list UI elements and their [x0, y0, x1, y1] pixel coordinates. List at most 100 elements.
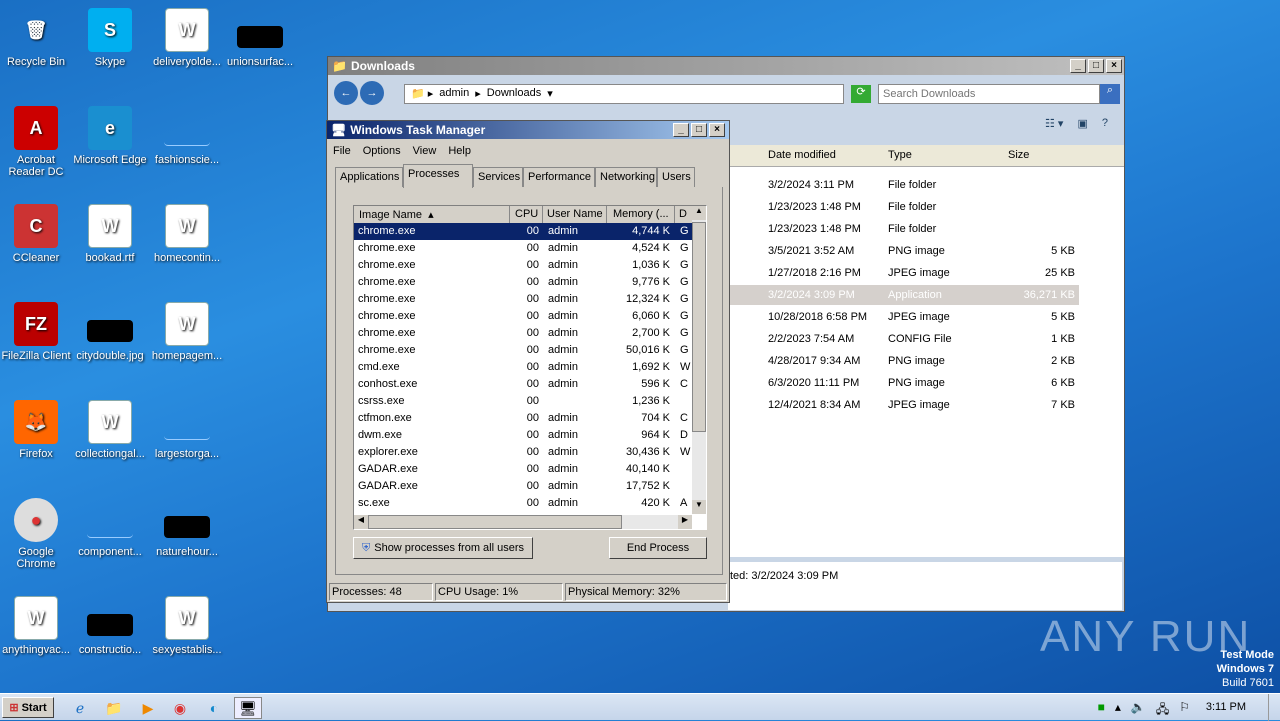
tab-networking[interactable]: Networking [595, 167, 657, 187]
clock[interactable]: 3:11 PM [1206, 701, 1246, 713]
address-bar[interactable]: 📁 ▸ admin ▸ Downloads ▾ [404, 84, 844, 104]
file-type: PNG image [888, 355, 945, 367]
desktop-icon[interactable]: largestorga... [150, 400, 224, 460]
explorer-titlebar[interactable]: 📁 Downloads [328, 57, 1124, 75]
maximize-button[interactable]: □ [1088, 59, 1104, 73]
tab-applications[interactable]: Applications [335, 167, 403, 187]
tab-users[interactable]: Users [657, 167, 695, 187]
desktop-icon[interactable]: citydouble.jpg [73, 302, 147, 362]
maximize-button[interactable]: □ [691, 123, 707, 137]
desktop-icon[interactable]: constructio... [73, 596, 147, 656]
taskbar-media-player-icon[interactable]: ▶ [134, 697, 162, 719]
preview-pane-icon[interactable]: ▣ [1077, 117, 1087, 130]
desktop-icon[interactable]: Whomecontin... [150, 204, 224, 264]
process-row[interactable]: dwm.exe 00 admin 964 K D [354, 427, 692, 444]
desktop-icon-label: Recycle Bin [6, 56, 66, 68]
process-user-name: admin [548, 480, 578, 492]
refresh-icon[interactable]: ⟳ [851, 85, 871, 103]
process-row[interactable]: ctfmon.exe 00 admin 704 K C [354, 410, 692, 427]
close-button[interactable]: × [1106, 59, 1122, 73]
process-row[interactable]: chrome.exe 00 admin 50,016 K G [354, 342, 692, 359]
taskbar-explorer-icon[interactable]: 📁 [100, 697, 128, 719]
desktop-icon[interactable]: FZ FileZilla Client [0, 302, 73, 362]
menu-view[interactable]: View [413, 145, 437, 157]
desktop-icon[interactable]: A Acrobat Reader DC [0, 106, 73, 178]
breadcrumb-downloads[interactable]: Downloads [487, 87, 541, 101]
process-row[interactable]: csrss.exe 00 1,236 K [354, 393, 692, 410]
forward-button[interactable]: → [360, 81, 384, 105]
search-icon[interactable]: ⌕ [1100, 84, 1120, 104]
process-row[interactable]: explorer.exe 00 admin 30,436 K W [354, 444, 692, 461]
process-row[interactable]: chrome.exe 00 admin 2,700 K G [354, 325, 692, 342]
process-description: G [680, 344, 689, 356]
process-row[interactable]: GADAR.exe 00 admin 17,752 K [354, 478, 692, 495]
desktop-icon[interactable]: S Skype [73, 8, 147, 68]
tab-services[interactable]: Services [473, 167, 523, 187]
tray-expand-icon[interactable]: ▴ [1115, 700, 1121, 721]
search-input[interactable] [878, 84, 1100, 104]
desktop-icon[interactable]: Whomepagem... [150, 302, 224, 362]
show-desktop-button[interactable] [1268, 694, 1280, 721]
menu-help[interactable]: Help [448, 145, 471, 157]
desktop-icon[interactable]: Wanythingvac... [0, 596, 73, 656]
desktop-icon[interactable]: 🗑 Recycle Bin [0, 8, 73, 69]
vertical-scrollbar[interactable]: ▲ ▼ [692, 206, 706, 514]
views-icon[interactable]: ☷ ▾ [1045, 117, 1063, 130]
desktop-icon[interactable]: Wsexyestablis... [150, 596, 224, 656]
desktop-icon[interactable]: component... [73, 498, 147, 558]
tray-status-icon[interactable]: ■ [1098, 700, 1105, 721]
process-row[interactable]: chrome.exe 00 admin 1,036 K G [354, 257, 692, 274]
column-user-name[interactable]: User Name [544, 206, 607, 223]
column-type[interactable]: Type [888, 149, 912, 161]
back-button[interactable]: ← [334, 81, 358, 105]
desktop-icon[interactable]: e Microsoft Edge [73, 106, 147, 166]
process-row[interactable]: chrome.exe 00 admin 4,524 K G [354, 240, 692, 257]
column-image-name[interactable]: Image Name ▴ [354, 206, 510, 223]
desktop-icon[interactable]: Wbookad.rtf [73, 204, 147, 264]
desktop-icon[interactable]: naturehour... [150, 498, 224, 558]
horizontal-scrollbar[interactable]: ◀ ▶ [354, 515, 692, 529]
desktop-icon[interactable]: Wdeliveryolde... [150, 8, 224, 68]
scrollbar-thumb[interactable] [692, 222, 706, 432]
scrollbar-thumb[interactable] [368, 515, 622, 529]
task-manager-titlebar[interactable]: 🖥 Windows Task Manager [327, 121, 729, 139]
minimize-button[interactable]: _ [1070, 59, 1086, 73]
process-row[interactable]: sc.exe 00 admin 420 K A [354, 495, 692, 512]
end-process-button[interactable]: End Process [609, 537, 707, 559]
desktop-icon[interactable]: Wcollectiongal... [73, 400, 147, 460]
taskbar-chrome-icon[interactable]: ◉ [166, 697, 194, 719]
network-icon[interactable]: 🖧 [1156, 700, 1169, 721]
close-button[interactable]: × [709, 123, 725, 137]
taskbar-task-manager-icon[interactable]: 🖥 [234, 697, 262, 719]
minimize-button[interactable]: _ [673, 123, 689, 137]
tab-processes[interactable]: Processes [403, 164, 473, 188]
column-size[interactable]: Size [1008, 149, 1029, 161]
desktop-icon[interactable]: unionsurfac... [223, 8, 297, 68]
start-button[interactable]: ⊞ Start [2, 697, 54, 718]
tab-performance[interactable]: Performance [523, 167, 595, 187]
taskbar-edge-icon[interactable]: ◐ [200, 697, 228, 719]
breadcrumb-admin[interactable]: admin [439, 87, 469, 101]
help-icon[interactable]: ? [1102, 117, 1108, 130]
column-cpu[interactable]: CPU [511, 206, 543, 223]
desktop-icon[interactable]: fashionscie... [150, 106, 224, 166]
column-memory[interactable]: Memory (... [608, 206, 675, 223]
process-row[interactable]: chrome.exe 00 admin 12,324 K G [354, 291, 692, 308]
process-row[interactable]: GADAR.exe 00 admin 40,140 K [354, 461, 692, 478]
menu-file[interactable]: File [333, 145, 351, 157]
column-date-modified[interactable]: Date modified [768, 149, 836, 161]
desktop-icon[interactable]: 🦊 Firefox [0, 400, 73, 460]
volume-icon[interactable]: 🔈 [1131, 700, 1146, 721]
menu-options[interactable]: Options [363, 145, 401, 157]
taskbar-ie-icon[interactable]: ℯ [66, 697, 94, 719]
desktop-icon[interactable]: C CCleaner [0, 204, 73, 264]
process-row[interactable]: cmd.exe 00 admin 1,692 K W [354, 359, 692, 376]
process-row[interactable]: chrome.exe 00 admin 4,744 K G [354, 223, 692, 240]
process-row[interactable]: chrome.exe 00 admin 9,776 K G [354, 274, 692, 291]
show-all-processes-button[interactable]: ⛨ Show processes from all users [353, 537, 533, 559]
action-center-flag-icon[interactable]: ⚐ [1179, 700, 1190, 721]
desktop-icon[interactable]: ● Google Chrome [0, 498, 73, 570]
file-row[interactable]: 3/2/2024 3:09 PM Application 36,271 KB [728, 285, 1079, 305]
process-row[interactable]: chrome.exe 00 admin 6,060 K G [354, 308, 692, 325]
process-row[interactable]: conhost.exe 00 admin 596 K C [354, 376, 692, 393]
